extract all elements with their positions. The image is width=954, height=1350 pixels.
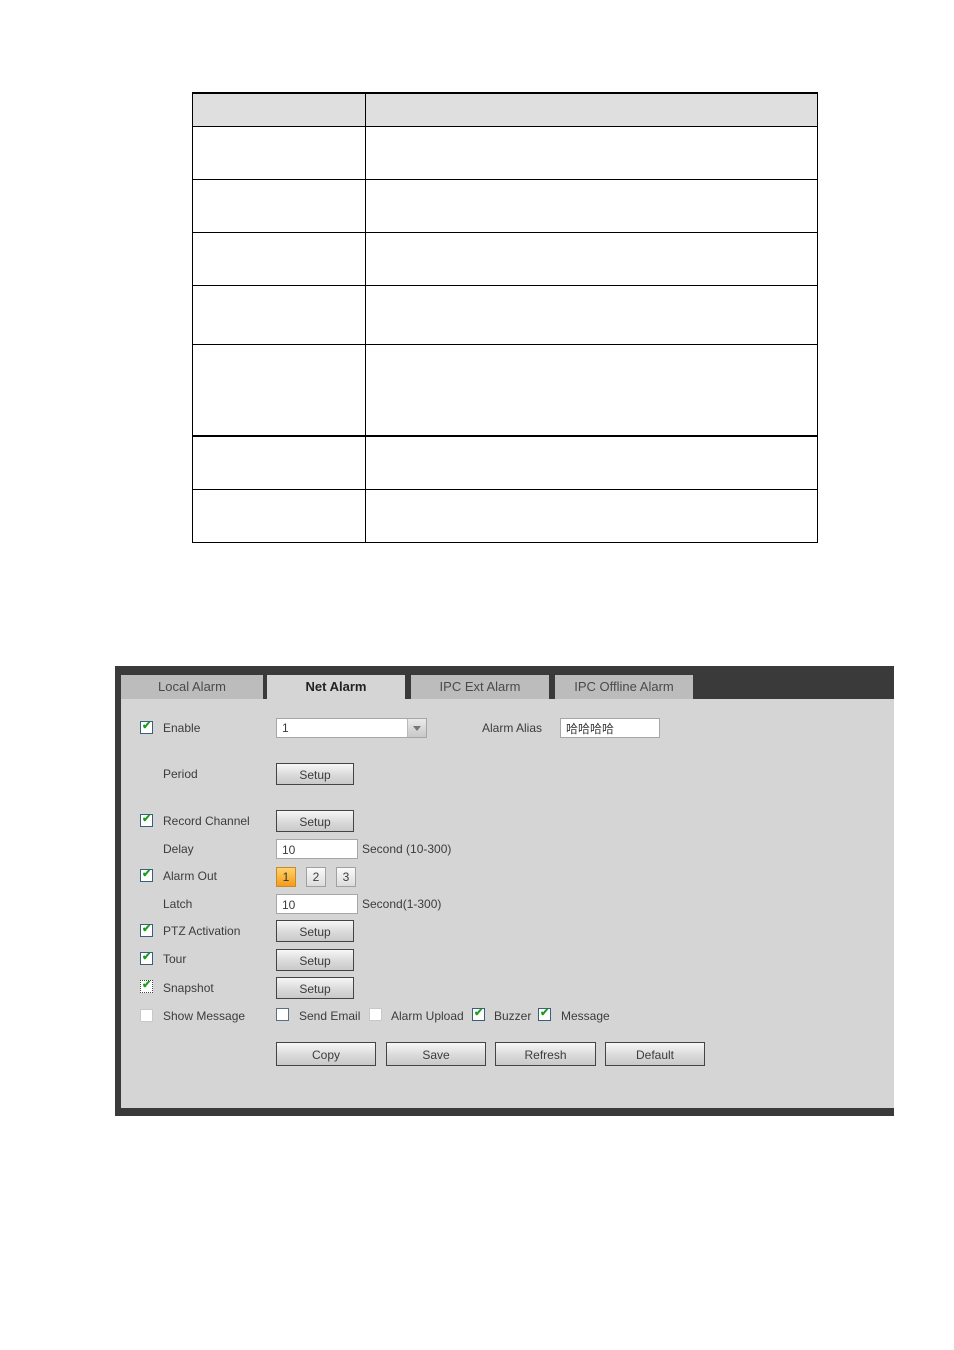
table-header-cell (192, 92, 366, 127)
table-cell (192, 435, 366, 490)
ptz-setup-button[interactable]: Setup (276, 920, 354, 942)
table-cell (365, 232, 818, 286)
table-cell (192, 344, 366, 437)
copy-button[interactable]: Copy (276, 1042, 376, 1066)
latch-input[interactable]: 10 (276, 894, 358, 914)
check-icon: ✔ (142, 979, 152, 991)
tour-checkbox[interactable]: ✔ (140, 951, 153, 965)
tab-local-alarm[interactable]: Local Alarm (121, 675, 263, 699)
alarm-alias-label: Alarm Alias (482, 721, 543, 735)
table-row (192, 489, 818, 543)
alarm-upload-checkbox[interactable] (369, 1008, 382, 1021)
table-cell (365, 179, 818, 233)
latch-unit: Second(1-300) (362, 897, 442, 911)
alarm-out-2-button[interactable]: 2 (306, 867, 326, 887)
default-button[interactable]: Default (605, 1042, 705, 1066)
tab-ipc-ext-alarm[interactable]: IPC Ext Alarm (411, 675, 549, 699)
channel-select-value: 1 (282, 721, 289, 735)
tour-label: Tour (163, 952, 187, 966)
tab-net-alarm[interactable]: Net Alarm (267, 675, 405, 699)
snapshot-setup-button[interactable]: Setup (276, 977, 354, 999)
check-icon: ✔ (142, 923, 152, 935)
table-cell (192, 232, 366, 286)
table-cell (365, 344, 818, 437)
ptz-activation-label: PTZ Activation (163, 924, 241, 938)
alarm-out-label: Alarm Out (163, 869, 218, 883)
period-setup-button[interactable]: Setup (276, 763, 354, 785)
show-message-label: Show Message (163, 1009, 246, 1023)
table-header-row (192, 92, 818, 127)
tour-setup-button[interactable]: Setup (276, 949, 354, 971)
table-row (192, 435, 818, 490)
alarm-alias-input[interactable]: 哈哈哈哈 (560, 718, 660, 738)
buzzer-checkbox[interactable]: ✔ (472, 1007, 485, 1021)
enable-label: Enable (163, 721, 201, 735)
table-cell (192, 285, 366, 345)
alarm-out-checkbox[interactable]: ✔ (140, 868, 153, 882)
table-header-cell (365, 92, 818, 127)
table-cell (192, 179, 366, 233)
record-channel-setup-button[interactable]: Setup (276, 810, 354, 832)
document-table (192, 92, 818, 543)
send-email-label: Send Email (299, 1009, 361, 1023)
buzzer-label: Buzzer (494, 1009, 532, 1023)
check-icon: ✔ (142, 720, 152, 732)
table-cell (365, 285, 818, 345)
delay-unit: Second (10-300) (362, 842, 452, 856)
ptz-activation-checkbox[interactable]: ✔ (140, 923, 153, 937)
message-checkbox[interactable]: ✔ (538, 1007, 551, 1021)
delay-label: Delay (163, 842, 194, 856)
table-cell (192, 489, 366, 543)
check-icon: ✔ (142, 951, 152, 963)
enable-checkbox[interactable]: ✔ (140, 720, 153, 734)
channel-select[interactable]: 1 (276, 718, 427, 738)
table-row (192, 285, 818, 345)
alarm-out-1-button[interactable]: 1 (276, 867, 296, 887)
tab-ipc-offline-alarm[interactable]: IPC Offline Alarm (555, 675, 693, 699)
save-button[interactable]: Save (386, 1042, 486, 1066)
delay-input[interactable]: 10 (276, 839, 358, 859)
table-cell (365, 435, 818, 490)
table-cell (192, 126, 366, 180)
check-icon: ✔ (142, 813, 152, 825)
check-icon: ✔ (540, 1007, 550, 1019)
message-label: Message (561, 1009, 610, 1023)
check-icon: ✔ (142, 868, 152, 880)
alarm-out-3-button[interactable]: 3 (336, 867, 356, 887)
show-message-checkbox[interactable] (140, 1009, 153, 1022)
table-cell (365, 489, 818, 543)
refresh-button[interactable]: Refresh (495, 1042, 596, 1066)
period-label: Period (163, 767, 198, 781)
table-row (192, 179, 818, 233)
table-cell (365, 126, 818, 180)
snapshot-label: Snapshot (163, 981, 214, 995)
table-row (192, 344, 818, 437)
check-icon: ✔ (474, 1007, 484, 1019)
record-channel-checkbox[interactable]: ✔ (140, 813, 153, 827)
send-email-checkbox[interactable] (276, 1008, 289, 1021)
alarm-upload-label: Alarm Upload (391, 1009, 464, 1023)
snapshot-checkbox[interactable]: ✔ (140, 979, 153, 993)
chevron-down-icon[interactable] (407, 719, 426, 737)
record-channel-label: Record Channel (163, 814, 250, 828)
table-row (192, 126, 818, 180)
latch-label: Latch (163, 897, 193, 911)
table-row (192, 232, 818, 286)
